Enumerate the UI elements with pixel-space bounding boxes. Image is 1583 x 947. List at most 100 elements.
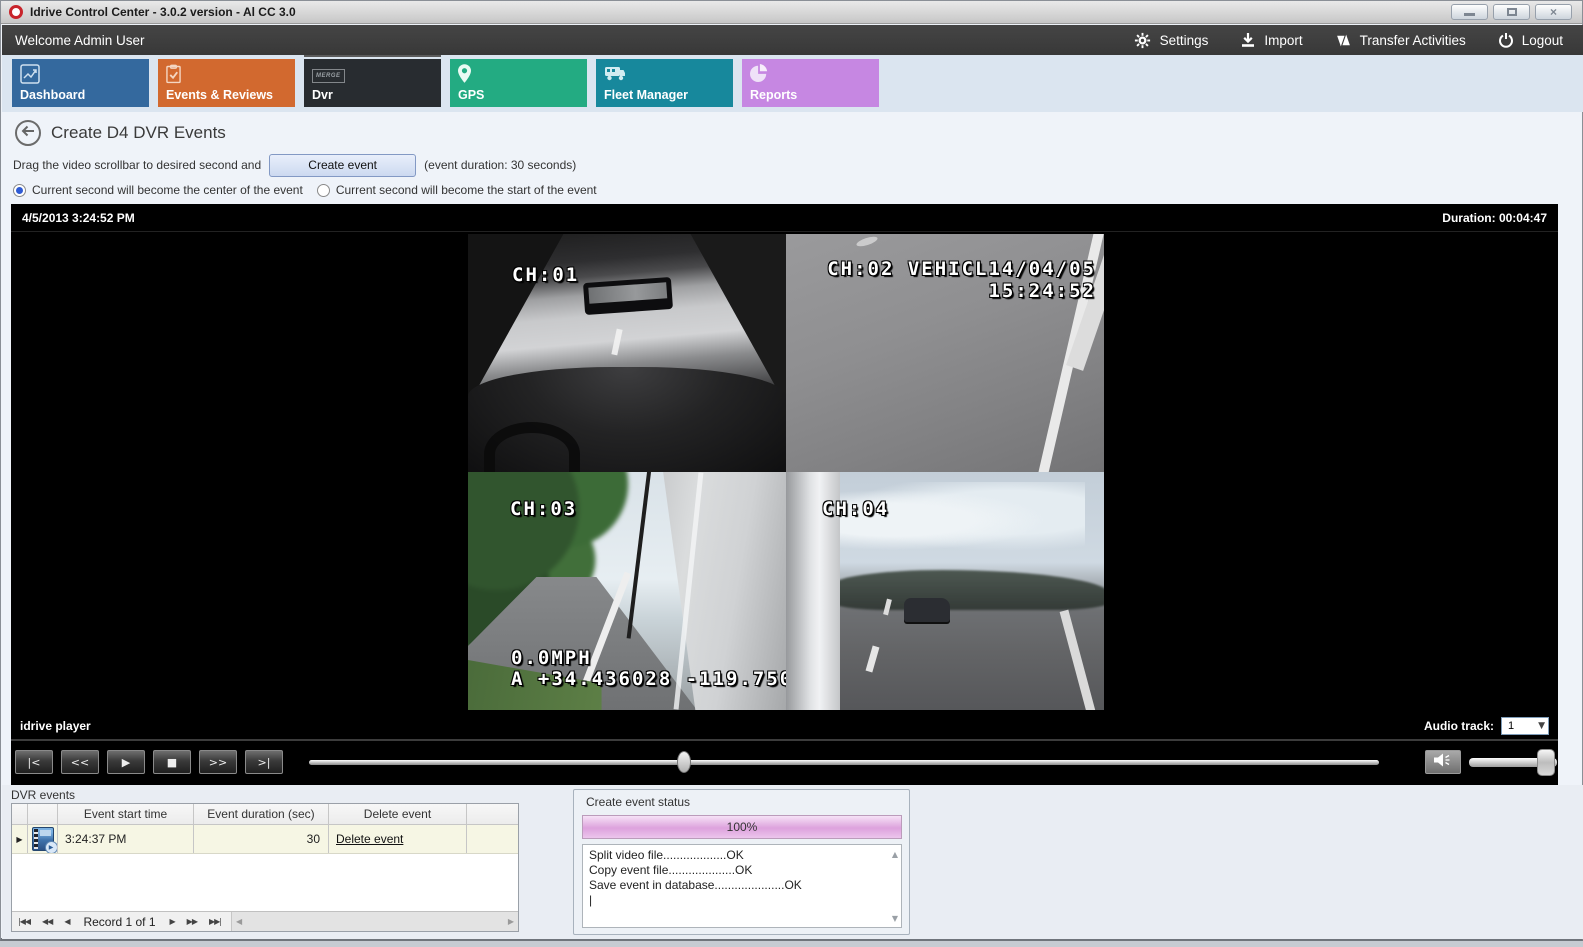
create-event-status-panel: Create event status 100% Split video fil… (573, 789, 910, 935)
video-channel-3: CH:03 0.0MPH A +34.436028 -119.750488 (468, 472, 786, 710)
player-controls: |< << ▶ ■ >> >| (11, 741, 1558, 785)
header-delete[interactable]: Delete event (329, 804, 467, 824)
prev-page-button[interactable]: ◀◀ (36, 917, 58, 926)
logout-button[interactable]: Logout (1498, 32, 1563, 48)
minimize-button[interactable] (1451, 4, 1488, 20)
ch1-lane-marking (612, 329, 623, 356)
instruction-row: Drag the video scrollbar to desired seco… (13, 153, 576, 177)
video-channel-4: CH:04 (786, 472, 1104, 710)
checklist-icon (166, 71, 181, 88)
import-button[interactable]: Import (1240, 32, 1302, 48)
delete-event-link[interactable]: Delete event (336, 832, 403, 846)
app-window: Idrive Control Center - 3.0.2 version - … (0, 0, 1583, 941)
ch4-lane-dash (865, 645, 879, 672)
first-record-button[interactable]: |◀◀ (12, 917, 36, 926)
header-start-time[interactable]: Event start time (58, 804, 194, 824)
play-button[interactable]: ▶ (107, 750, 145, 774)
play-badge-icon: ▶ (45, 841, 58, 853)
tab-reports[interactable]: Reports (742, 59, 879, 107)
table-horizontal-scrollbar[interactable]: ◀ ▶ (231, 912, 518, 931)
app-logo-icon (9, 5, 23, 19)
tab-events-reviews[interactable]: Events & Reviews (158, 59, 295, 107)
cell-start-time: 3:24:37 PM (58, 825, 194, 853)
table-empty-area (12, 854, 518, 911)
next-page-button[interactable]: ▶▶ (181, 917, 203, 926)
next-record-button[interactable]: ▶ (164, 917, 181, 926)
maximize-button[interactable] (1493, 4, 1530, 20)
tab-dashboard[interactable]: Dashboard (12, 59, 149, 107)
line-chart-icon (20, 71, 40, 88)
ch1-rearview-mirror (583, 277, 673, 315)
radio-center-option[interactable]: Current second will become the center of… (13, 183, 303, 197)
ch2-road-mark (855, 235, 878, 248)
skip-start-button[interactable]: |< (15, 750, 53, 774)
radio-center-label: Current second will become the center of… (32, 183, 303, 197)
ch1-label: CH:01 (512, 264, 579, 286)
status-panel-title: Create event status (586, 795, 690, 809)
video-channel-2: CH:02 VEHICL14/04/05 15:24:52 (786, 234, 1104, 472)
navbar-actions: Settings Import Transfer Activities Logo… (1133, 31, 1563, 50)
audio-track-select[interactable]: 1 ▼ (1501, 717, 1549, 735)
audio-track-label: Audio track: (1424, 719, 1494, 733)
seek-slider-thumb[interactable] (677, 751, 691, 773)
stop-button[interactable]: ■ (153, 750, 191, 774)
video-header: 4/5/2013 3:24:52 PM Duration: 00:04:47 (11, 204, 1558, 232)
audio-track-control: Audio track: 1 ▼ (1424, 717, 1549, 735)
page-title: Create D4 DVR Events (51, 123, 226, 143)
radio-start-option[interactable]: Current second will become the start of … (317, 183, 597, 197)
skip-end-button[interactable]: >| (245, 750, 283, 774)
ch3-label: CH:03 (510, 498, 577, 520)
scroll-up-icon[interactable]: ▲ (892, 850, 898, 859)
rewind-button[interactable]: << (61, 750, 99, 774)
last-record-button[interactable]: ▶▶| (203, 917, 227, 926)
scroll-left-icon[interactable]: ◀ (236, 917, 242, 926)
tab-fleet-manager[interactable]: Fleet Manager (596, 59, 733, 107)
tab-dvr-label: Dvr (312, 88, 333, 102)
gear-icon (1133, 31, 1152, 50)
radio-selected-icon[interactable] (13, 184, 26, 197)
video-clip-icon: ▶ (32, 827, 54, 851)
maximize-icon (1507, 8, 1517, 16)
instruction-prefix: Drag the video scrollbar to desired seco… (13, 158, 261, 172)
ch4-right-line (1059, 610, 1095, 710)
create-event-button[interactable]: Create event (269, 154, 416, 177)
volume-slider-thumb[interactable] (1537, 749, 1555, 776)
row-marker-icon: ▶ (16, 835, 22, 844)
settings-button[interactable]: Settings (1133, 31, 1209, 50)
truck-icon (604, 69, 626, 86)
back-button[interactable] (15, 120, 41, 146)
transfer-activities-label: Transfer Activities (1360, 33, 1466, 48)
logout-label: Logout (1522, 33, 1563, 48)
ch4-label: CH:04 (822, 498, 889, 520)
transfer-arrows-icon (1335, 32, 1352, 49)
header-marker-col (12, 804, 28, 824)
prev-record-button[interactable]: ◀ (58, 917, 75, 926)
tab-gps-label: GPS (458, 88, 484, 102)
titlebar: Idrive Control Center - 3.0.2 version - … (1, 1, 1582, 24)
table-row[interactable]: ▶ ▶ 3:24:37 PM 30 Delete event (12, 825, 518, 854)
scroll-down-icon[interactable]: ▼ (892, 914, 898, 923)
tab-gps[interactable]: GPS (450, 59, 587, 107)
tab-dvr[interactable]: MERGE Dvr (304, 59, 441, 107)
close-button[interactable]: × (1535, 4, 1572, 20)
header-filler (467, 804, 518, 824)
radio-unselected-icon[interactable] (317, 184, 330, 197)
cell-filler (467, 825, 518, 853)
ch2-label: CH:02 VEHICL (827, 258, 988, 280)
record-status: Record 1 of 1 (75, 915, 163, 929)
quad-video[interactable]: CH:01 CH:02 VEHICL14/04/05 15:24:52 (468, 234, 1104, 710)
transfer-activities-button[interactable]: Transfer Activities (1335, 32, 1466, 49)
scroll-right-icon[interactable]: ▶ (508, 917, 514, 926)
import-label: Import (1264, 33, 1302, 48)
fast-forward-button[interactable]: >> (199, 750, 237, 774)
speed-overlay: 0.0MPH (511, 648, 786, 669)
header-duration[interactable]: Event duration (sec) (194, 804, 329, 824)
mute-button[interactable] (1425, 750, 1461, 774)
tab-events-reviews-label: Events & Reviews (166, 88, 273, 102)
seek-slider-track[interactable] (309, 760, 1379, 765)
status-log[interactable]: Split video file...................OK Co… (582, 844, 902, 928)
merge-badge-icon: MERGE (312, 69, 345, 83)
video-duration: Duration: 00:04:47 (1442, 211, 1547, 225)
record-pager: |◀◀ ◀◀ ◀ Record 1 of 1 ▶ ▶▶ ▶▶| ◀ ▶ (12, 911, 518, 931)
bottom-section: DVR events Event start time Event durati… (2, 785, 1583, 939)
